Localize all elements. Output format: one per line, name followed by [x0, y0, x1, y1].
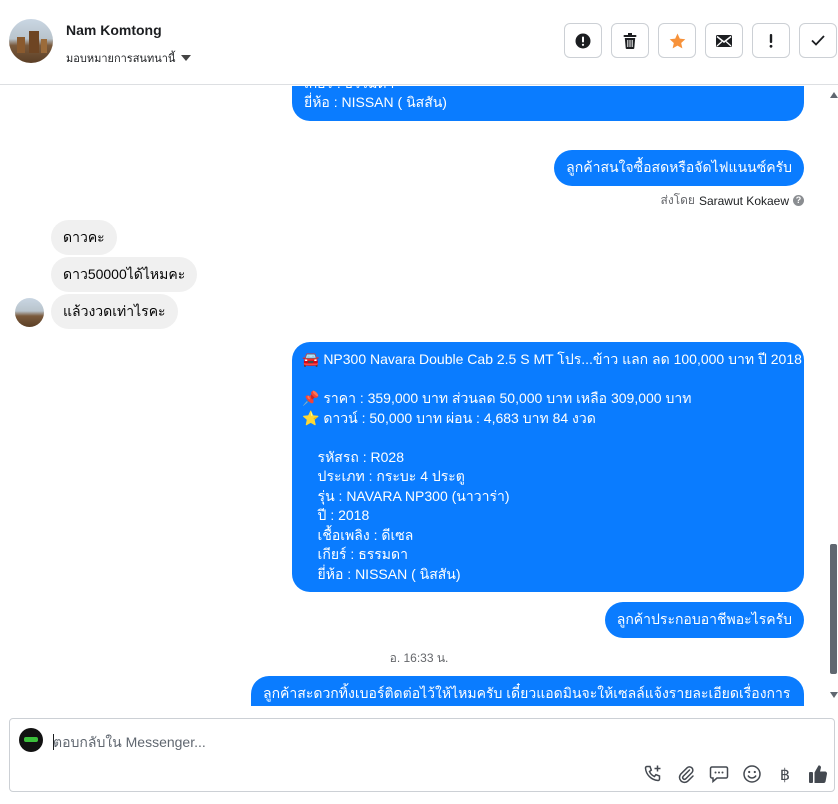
message-outgoing-listing: 🚘 NP300 Navara Double Cab 2.5 S MT โปร..… — [292, 342, 804, 592]
message-outgoing: ลูกค้าประกอบอาชีพอะไรครับ — [604, 602, 804, 638]
scroll-thumb[interactable] — [830, 544, 837, 674]
assign-label: มอบหมายการสนทนานี้ — [66, 53, 176, 65]
emoji-icon[interactable] — [741, 763, 763, 785]
message-thread[interactable]: เชื้อเพลิง : ดีเซล เกียร์ : ธรรมดา ยี่ห้… — [0, 86, 838, 706]
reply-composer: ฿ — [9, 718, 835, 792]
message-outgoing: เชื้อเพลิง : ดีเซล เกียร์ : ธรรมดา ยี่ห้… — [292, 86, 804, 121]
message-incoming: ดาว50000ได้ไหมคะ — [51, 257, 198, 292]
star-button[interactable] — [658, 23, 696, 58]
thumbs-up-icon[interactable] — [807, 763, 829, 785]
composer-tools: ฿ — [642, 763, 829, 785]
chevron-down-icon — [181, 55, 192, 61]
scroll-up-arrow[interactable] — [830, 92, 838, 98]
mark-unread-button[interactable] — [705, 23, 743, 58]
sent-by-name[interactable]: Sarawut Kokaew — [699, 194, 789, 208]
trash-icon — [623, 32, 637, 49]
sent-by-prefix: ส่งโดย — [660, 193, 695, 207]
check-icon — [811, 35, 825, 46]
reply-input[interactable] — [53, 731, 753, 753]
page-avatar — [19, 728, 43, 752]
message-incoming: แล้วงวดเท่าไรคะ — [51, 294, 178, 329]
help-icon[interactable]: ? — [793, 195, 804, 206]
message-outgoing: ลูกค้าสนใจซื้อสดหรือจัดไฟแนนซ์ครับ — [554, 150, 804, 186]
conversation-actions — [564, 23, 837, 58]
star-icon — [669, 33, 685, 48]
message-outgoing: ลูกค้าสะดวกทิ้งเบอร์ติดต่อไว้ให้ไหมครับ … — [251, 676, 804, 706]
scroll-down-arrow[interactable] — [830, 692, 838, 698]
thread-scrollbar[interactable] — [828, 86, 838, 706]
contact-avatar[interactable] — [9, 19, 53, 63]
contact-name[interactable]: Nam Komtong — [66, 22, 162, 38]
saved-reply-icon[interactable] — [708, 763, 730, 785]
text-cursor — [53, 734, 54, 750]
mark-spam-button[interactable] — [564, 23, 602, 58]
message-incoming: ดาวคะ — [51, 220, 117, 255]
phone-plus-icon[interactable] — [642, 763, 664, 785]
contact-avatar-small — [15, 298, 44, 327]
alert-circle-icon — [575, 33, 591, 48]
assign-conversation-dropdown[interactable]: มอบหมายการสนทนานี้ — [66, 49, 192, 67]
exclamation-icon — [769, 33, 773, 48]
sent-by-label: ส่งโดย Sarawut Kokaew ? — [660, 191, 804, 210]
message-timestamp: อ. 16:33 น. — [389, 651, 449, 665]
delete-button[interactable] — [611, 23, 649, 58]
envelope-icon — [716, 34, 732, 47]
mark-done-button[interactable] — [799, 23, 837, 58]
conversation-header: Nam Komtong มอบหมายการสนทนานี้ — [0, 0, 838, 85]
follow-up-button[interactable] — [752, 23, 790, 58]
paperclip-icon[interactable] — [675, 763, 697, 785]
baht-icon[interactable]: ฿ — [774, 763, 796, 785]
